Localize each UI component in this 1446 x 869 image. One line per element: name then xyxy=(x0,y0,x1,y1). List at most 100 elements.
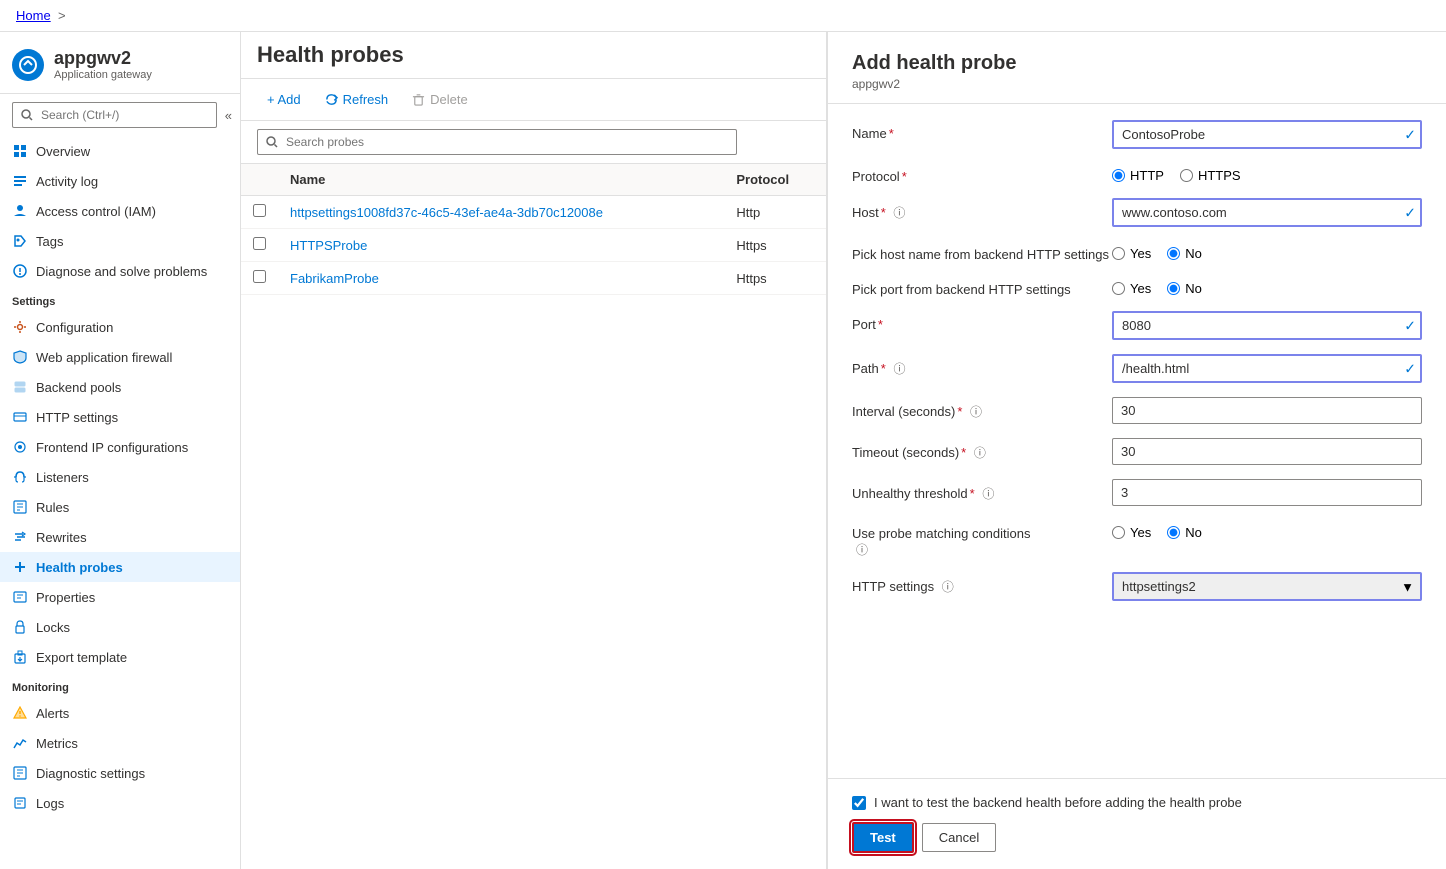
unhealthy-info-icon[interactable]: ⓘ xyxy=(982,487,994,501)
pick-host-no-option[interactable]: No xyxy=(1167,246,1202,261)
http-settings-select[interactable]: httpsettings2 xyxy=(1112,572,1422,601)
sidebar-collapse-button[interactable]: « xyxy=(221,104,236,127)
alerts-icon xyxy=(12,705,28,721)
interval-input[interactable] xyxy=(1112,397,1422,424)
sidebar-item-properties[interactable]: Properties xyxy=(0,582,240,612)
http-settings-control: httpsettings2 ▼ xyxy=(1112,572,1422,601)
protocol-https-option[interactable]: HTTPS xyxy=(1180,168,1241,183)
iam-icon xyxy=(12,203,28,219)
pick-port-label: Pick port from backend HTTP settings xyxy=(852,276,1112,297)
sidebar-item-metrics[interactable]: Metrics xyxy=(0,728,240,758)
pick-host-no-radio[interactable] xyxy=(1167,247,1180,260)
sidebar-item-label: Rewrites xyxy=(36,530,87,545)
probe-matching-no-option[interactable]: No xyxy=(1167,525,1202,540)
table-row: HTTPSProbe Https xyxy=(241,229,826,262)
sidebar-item-label: Listeners xyxy=(36,470,89,485)
add-button[interactable]: + Add xyxy=(257,87,311,112)
logs-icon xyxy=(12,795,28,811)
breadcrumb: Home > xyxy=(0,0,1446,32)
protocol-http-option[interactable]: HTTP xyxy=(1112,168,1164,183)
pick-port-yes-radio[interactable] xyxy=(1112,282,1125,295)
sidebar-item-configuration[interactable]: Configuration xyxy=(0,312,240,342)
host-check-icon: ✓ xyxy=(1404,204,1416,221)
sidebar-item-label: Web application firewall xyxy=(36,350,172,365)
row-checkbox-2[interactable] xyxy=(253,270,266,283)
unhealthy-control xyxy=(1112,479,1422,506)
delete-button[interactable]: Delete xyxy=(402,87,478,112)
sidebar-item-frontend-ip[interactable]: Frontend IP configurations xyxy=(0,432,240,462)
unhealthy-input[interactable] xyxy=(1112,479,1422,506)
host-input[interactable] xyxy=(1112,198,1422,227)
pick-port-no-option[interactable]: No xyxy=(1167,281,1202,296)
row-checkbox-0[interactable] xyxy=(253,204,266,217)
breadcrumb-home[interactable]: Home xyxy=(16,8,51,23)
sidebar-item-tags[interactable]: Tags xyxy=(0,226,240,256)
sidebar-item-waf[interactable]: Web application firewall xyxy=(0,342,240,372)
row-checkbox-1[interactable] xyxy=(253,237,266,250)
port-input[interactable] xyxy=(1112,311,1422,340)
path-info-icon[interactable]: ⓘ xyxy=(893,362,905,376)
sidebar-item-activity-log[interactable]: Activity log xyxy=(0,166,240,196)
path-input[interactable] xyxy=(1112,354,1422,383)
protocol-http-label: HTTP xyxy=(1130,168,1164,183)
timeout-input[interactable] xyxy=(1112,438,1422,465)
probe-matching-info-icon[interactable]: ⓘ xyxy=(856,543,868,557)
sidebar-item-label: HTTP settings xyxy=(36,410,118,425)
test-backend-checkbox[interactable] xyxy=(852,796,866,810)
sidebar-item-label: Frontend IP configurations xyxy=(36,440,188,455)
sidebar-item-rules[interactable]: Rules xyxy=(0,492,240,522)
breadcrumb-separator: > xyxy=(58,8,66,23)
sidebar-item-export-template[interactable]: Export template xyxy=(0,642,240,672)
sidebar-item-http-settings[interactable]: HTTP settings xyxy=(0,402,240,432)
sidebar-item-diagnose[interactable]: Diagnose and solve problems xyxy=(0,256,240,286)
interval-control xyxy=(1112,397,1422,424)
host-info-icon[interactable]: ⓘ xyxy=(893,206,905,220)
sidebar-item-label: Properties xyxy=(36,590,95,605)
probe-name-2[interactable]: FabrikamProbe xyxy=(290,271,379,286)
resource-icon xyxy=(12,49,44,81)
sidebar-item-logs[interactable]: Logs xyxy=(0,788,240,818)
resource-name: appgwv2 xyxy=(54,48,152,69)
sidebar-item-label: Metrics xyxy=(36,736,78,751)
http-settings-info-icon[interactable]: ⓘ xyxy=(942,580,954,594)
protocol-https-radio[interactable] xyxy=(1180,169,1193,182)
cancel-button[interactable]: Cancel xyxy=(922,823,996,852)
pick-port-yes-option[interactable]: Yes xyxy=(1112,281,1151,296)
sidebar-item-diagnostic-settings[interactable]: Diagnostic settings xyxy=(0,758,240,788)
probe-matching-yes-radio[interactable] xyxy=(1112,526,1125,539)
port-label: Port* xyxy=(852,311,1112,332)
sidebar-item-health-probes[interactable]: Health probes xyxy=(0,552,240,582)
form-row-pick-host: Pick host name from backend HTTP setting… xyxy=(852,241,1422,262)
sidebar-item-access-control[interactable]: Access control (IAM) xyxy=(0,196,240,226)
pick-port-no-radio[interactable] xyxy=(1167,282,1180,295)
path-control: ✓ xyxy=(1112,354,1422,383)
form-row-protocol: Protocol* HTTP HTTPS xyxy=(852,163,1422,184)
content-area: Health probes + Add Refresh Delete xyxy=(241,32,826,869)
probe-matching-yes-option[interactable]: Yes xyxy=(1112,525,1151,540)
sidebar-item-locks[interactable]: Locks xyxy=(0,612,240,642)
sidebar-item-overview[interactable]: Overview xyxy=(0,136,240,166)
probe-matching-no-radio[interactable] xyxy=(1167,526,1180,539)
pick-host-yes-option[interactable]: Yes xyxy=(1112,246,1151,261)
test-button[interactable]: Test xyxy=(852,822,914,853)
probe-name-1[interactable]: HTTPSProbe xyxy=(290,238,367,253)
refresh-button[interactable]: Refresh xyxy=(315,87,399,112)
table-row: FabrikamProbe Https xyxy=(241,262,826,295)
name-input[interactable] xyxy=(1112,120,1422,149)
panel-title: Add health probe xyxy=(852,52,1422,75)
form-row-probe-matching: Use probe matching conditions ⓘ Yes No xyxy=(852,520,1422,558)
pick-host-control: Yes No xyxy=(1112,241,1422,261)
probe-name-0[interactable]: httpsettings1008fd37c-46c5-43ef-ae4a-3db… xyxy=(290,205,603,220)
sidebar-item-rewrites[interactable]: Rewrites xyxy=(0,522,240,552)
probe-search-input[interactable] xyxy=(257,129,737,155)
pick-host-yes-radio[interactable] xyxy=(1112,247,1125,260)
sidebar-item-alerts[interactable]: Alerts xyxy=(0,698,240,728)
sidebar-item-backend-pools[interactable]: Backend pools xyxy=(0,372,240,402)
sidebar-item-listeners[interactable]: Listeners xyxy=(0,462,240,492)
timeout-info-icon[interactable]: ⓘ xyxy=(974,446,986,460)
rules-icon xyxy=(12,499,28,515)
path-check-icon: ✓ xyxy=(1404,360,1416,377)
protocol-http-radio[interactable] xyxy=(1112,169,1125,182)
interval-info-icon[interactable]: ⓘ xyxy=(970,405,982,419)
sidebar-search-input[interactable] xyxy=(12,102,217,128)
